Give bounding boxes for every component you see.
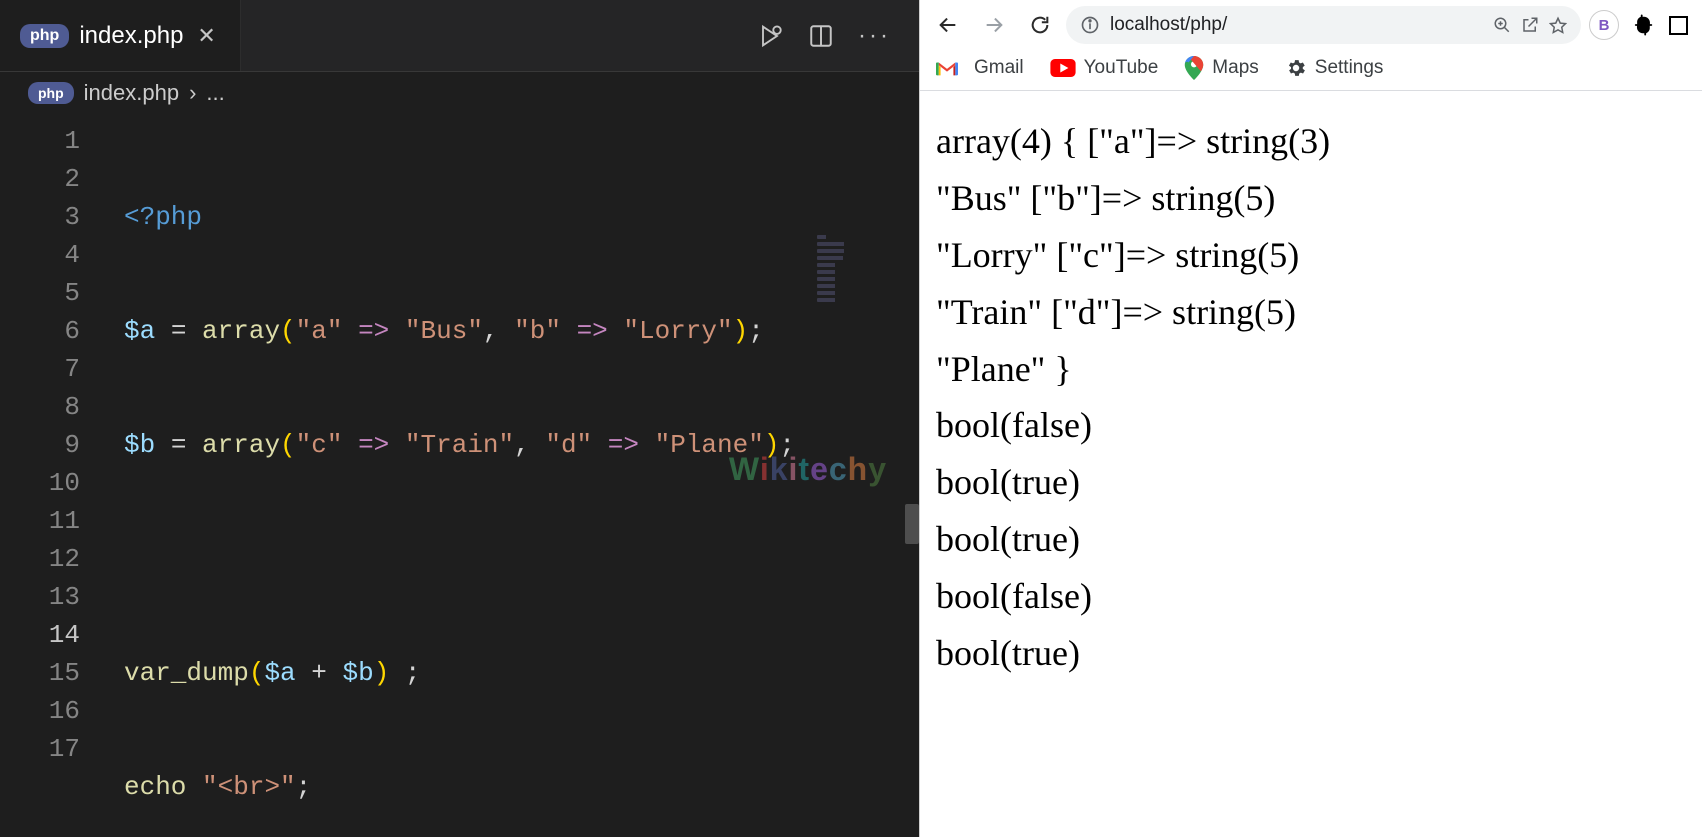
editor-tabs: php index.php ✕ ··· (0, 0, 919, 72)
watermark-text: Wikitechy (729, 450, 887, 488)
output-line: bool(true) (936, 454, 1686, 511)
output-line: bool(false) (936, 568, 1686, 625)
more-icon[interactable]: ··· (858, 22, 891, 50)
bookmark-settings[interactable]: Settings (1285, 57, 1384, 79)
close-icon[interactable]: ✕ (193, 23, 219, 49)
php-icon: php (20, 24, 69, 48)
file-tab[interactable]: php index.php ✕ (0, 0, 241, 71)
bookmarks-bar: Gmail YouTube Maps Settings (920, 50, 1702, 91)
forward-icon[interactable] (974, 5, 1014, 45)
chevron-right-icon: › (189, 80, 196, 106)
minimap[interactable] (813, 232, 913, 312)
share-icon[interactable] (1521, 16, 1539, 34)
breadcrumb-rest: ... (206, 80, 224, 106)
bookmark-gmail[interactable]: Gmail (936, 57, 1024, 79)
split-editor-icon[interactable] (808, 23, 834, 49)
code-area[interactable]: 1 2 3 4 5 6 7 8 9 10 11 12 13 14 15 16 1… (0, 114, 919, 837)
output-line: bool(false) (936, 397, 1686, 454)
output-line: "Lorry" ["c"]=> string(5) (936, 227, 1686, 284)
star-icon[interactable] (1549, 16, 1567, 34)
bookmark-maps[interactable]: Maps (1184, 56, 1258, 80)
code-editor: php index.php ✕ ··· (0, 0, 919, 837)
bookmark-youtube[interactable]: YouTube (1050, 57, 1159, 79)
browser-toolbar: localhost/php/ B (920, 0, 1702, 50)
output-line: array(4) { ["a"]=> string(3) (936, 113, 1686, 170)
line-gutter: 1 2 3 4 5 6 7 8 9 10 11 12 13 14 15 16 1… (0, 122, 102, 768)
code-content[interactable]: <?php $a = array("a" => "Bus", "b" => "L… (102, 122, 795, 837)
scrollbar-thumb[interactable] (905, 504, 919, 544)
back-icon[interactable] (928, 5, 968, 45)
tab-title: index.php (79, 22, 183, 50)
output-line: "Bus" ["b"]=> string(5) (936, 170, 1686, 227)
page-output: array(4) { ["a"]=> string(3) "Bus" ["b"]… (920, 91, 1702, 837)
output-line: bool(true) (936, 625, 1686, 682)
output-line: bool(true) (936, 511, 1686, 568)
php-icon: php (28, 82, 74, 104)
gear-icon (1285, 57, 1307, 79)
browser-window: localhost/php/ B (919, 0, 1702, 837)
site-info-icon[interactable] (1080, 15, 1100, 35)
reload-icon[interactable] (1020, 5, 1060, 45)
breadcrumb-file: index.php (84, 80, 179, 106)
url-text: localhost/php/ (1110, 14, 1483, 36)
output-line: "Train" ["d"]=> string(5) (936, 284, 1686, 341)
zoom-icon[interactable] (1493, 16, 1511, 34)
layout-icon[interactable] (1669, 16, 1688, 35)
maps-icon (1184, 56, 1204, 80)
gmail-icon (936, 59, 958, 77)
profile-avatar[interactable]: B (1589, 10, 1619, 40)
youtube-icon (1050, 59, 1076, 77)
extensions-icon[interactable] (1633, 14, 1655, 36)
output-line: "Plane" } (936, 341, 1686, 398)
url-bar[interactable]: localhost/php/ (1066, 6, 1581, 44)
run-debug-icon[interactable] (756, 22, 784, 50)
breadcrumb[interactable]: php index.php › ... (0, 72, 919, 114)
